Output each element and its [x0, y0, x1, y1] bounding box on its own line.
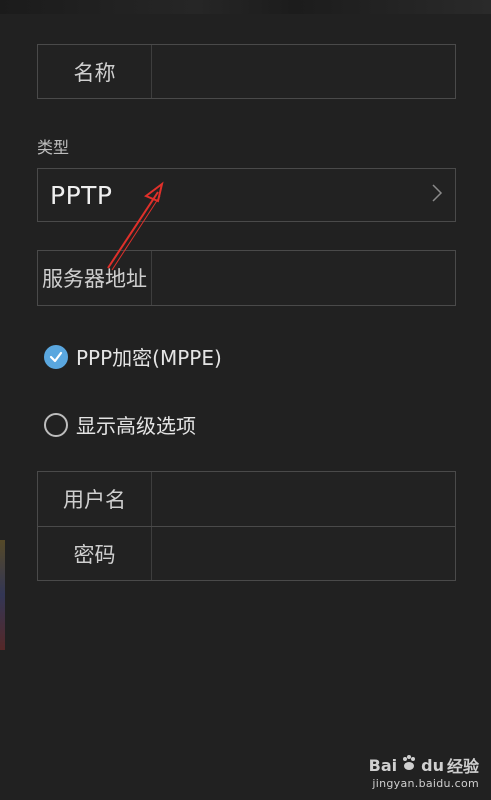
vpn-settings-screen: 名称 类型 PPTP 服务器地址 PPP加密(MPPE) 显示高级选项 用户名 … — [0, 0, 491, 800]
username-input[interactable] — [152, 472, 455, 526]
type-select-value: PPTP — [50, 180, 113, 210]
server-label: 服务器地址 — [38, 251, 152, 305]
ppp-encryption-label: PPP加密(MPPE) — [76, 346, 222, 370]
password-row: 密码 — [38, 526, 455, 580]
password-label: 密码 — [38, 527, 152, 580]
name-label: 名称 — [38, 45, 152, 98]
watermark-logo: Bai du 经验 — [369, 753, 479, 777]
advanced-options-checkbox[interactable] — [44, 412, 68, 437]
background-edge-decoration — [0, 540, 5, 650]
server-input[interactable] — [152, 251, 455, 305]
server-row: 服务器地址 — [38, 251, 455, 305]
name-field-group: 名称 — [37, 44, 456, 99]
name-row: 名称 — [38, 45, 455, 98]
watermark-brand-left: Bai — [368, 755, 398, 775]
top-status-strip — [0, 0, 491, 14]
password-input[interactable] — [152, 527, 455, 580]
advanced-options-option[interactable]: 显示高级选项 — [44, 410, 196, 439]
advanced-options-label: 显示高级选项 — [76, 414, 196, 438]
watermark-brand-right: du — [421, 755, 444, 775]
name-input[interactable] — [152, 45, 455, 98]
credentials-field-group: 用户名 密码 — [37, 471, 456, 581]
username-label: 用户名 — [38, 472, 152, 526]
watermark-url: jingyan.baidu.com — [372, 777, 479, 790]
baidu-jingyan-watermark: Bai du 经验 jingyan.baidu.com — [369, 753, 479, 790]
type-select[interactable]: PPTP — [37, 168, 456, 222]
chevron-right-icon — [431, 183, 443, 208]
ppp-encryption-option[interactable]: PPP加密(MPPE) — [44, 342, 222, 371]
watermark-brand-suffix: 经验 — [446, 757, 479, 776]
check-icon — [49, 351, 63, 362]
server-field-group: 服务器地址 — [37, 250, 456, 306]
username-row: 用户名 — [38, 472, 455, 526]
type-section-label: 类型 — [37, 138, 70, 157]
paw-icon — [400, 754, 418, 777]
ppp-encryption-checkbox[interactable] — [44, 344, 68, 369]
red-arrow-annotation — [107, 181, 164, 271]
